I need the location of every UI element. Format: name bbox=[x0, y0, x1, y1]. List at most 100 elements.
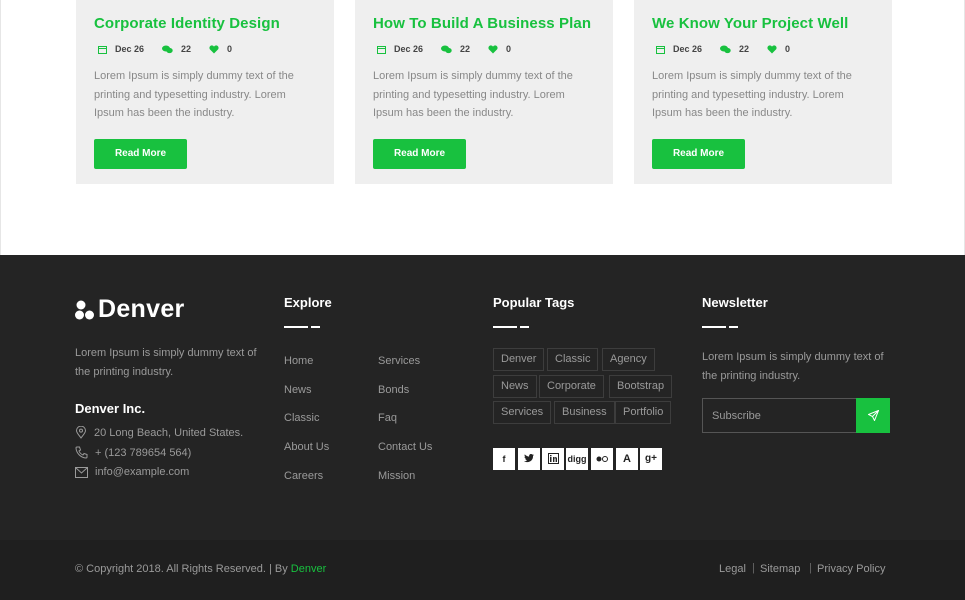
title-underline bbox=[311, 326, 320, 328]
card-date: Dec 26 bbox=[673, 44, 703, 54]
address-line: 20 Long Beach, United States. bbox=[75, 426, 243, 439]
explore-link[interactable]: News bbox=[284, 384, 312, 396]
comments-icon bbox=[720, 45, 731, 53]
title-underline bbox=[702, 326, 726, 328]
card-excerpt: Lorem Ipsum is simply dummy text of the … bbox=[94, 70, 294, 119]
google-plus-icon[interactable]: g+ bbox=[640, 448, 662, 470]
date-meta: Dec 26 bbox=[377, 44, 423, 54]
date-meta: Dec 26 bbox=[656, 44, 702, 54]
footer-about: Lorem Ipsum is simply dummy text of the … bbox=[75, 347, 257, 378]
card-likes: 0 bbox=[506, 44, 512, 54]
read-more-button[interactable]: Read More bbox=[373, 138, 466, 169]
copyright-text: © Copyright 2018. All Rights Reserved. |… bbox=[75, 563, 326, 575]
comments-icon bbox=[162, 45, 173, 53]
card-comments: 22 bbox=[460, 44, 471, 54]
comments-meta: 22 bbox=[162, 44, 191, 54]
card-likes: 0 bbox=[785, 44, 791, 54]
card-comments: 22 bbox=[739, 44, 750, 54]
newsletter-text: Lorem Ipsum is simply dummy text of the … bbox=[702, 351, 884, 382]
send-icon bbox=[867, 410, 879, 421]
explore-link[interactable]: Classic bbox=[284, 412, 319, 424]
footer: Denver Lorem Ipsum is simply dummy text … bbox=[0, 255, 965, 540]
legal-link[interactable]: Legal bbox=[719, 563, 746, 575]
card-date: Dec 26 bbox=[394, 44, 424, 54]
copyright-brand-link[interactable]: Denver bbox=[291, 563, 326, 575]
tag-chip[interactable]: Denver bbox=[493, 348, 545, 371]
copyright-label: © Copyright 2018. All Rights Reserved. |… bbox=[75, 563, 291, 575]
calendar-icon bbox=[377, 45, 386, 54]
blog-card: Corporate Identity Design Dec 26 22 0 Lo… bbox=[76, 0, 334, 184]
title-underline bbox=[729, 326, 738, 328]
explore-link[interactable]: About Us bbox=[284, 441, 329, 453]
vine-icon[interactable]: A bbox=[616, 448, 638, 470]
phone-icon bbox=[75, 446, 88, 459]
tag-chip[interactable]: Corporate bbox=[539, 375, 604, 398]
subscribe-button[interactable] bbox=[856, 398, 890, 433]
newsletter-title: Newsletter bbox=[702, 295, 768, 310]
email-text[interactable]: info@example.com bbox=[95, 466, 189, 478]
card-excerpt: Lorem Ipsum is simply dummy text of the … bbox=[652, 70, 852, 119]
card-date: Dec 26 bbox=[115, 44, 145, 54]
explore-link[interactable]: Faq bbox=[378, 412, 397, 424]
comments-meta: 22 bbox=[441, 44, 470, 54]
card-meta: Dec 26 22 0 bbox=[656, 44, 874, 54]
linkedin-icon[interactable] bbox=[542, 448, 564, 470]
envelope-icon bbox=[75, 466, 88, 478]
explore-link[interactable]: Home bbox=[284, 355, 313, 367]
read-more-button[interactable]: Read More bbox=[94, 138, 187, 169]
card-meta: Dec 26 22 0 bbox=[98, 44, 316, 54]
calendar-icon bbox=[656, 45, 665, 54]
denver-logo-icon bbox=[75, 300, 94, 319]
explore-link[interactable]: Contact Us bbox=[378, 441, 432, 453]
tag-chip[interactable]: Agency bbox=[602, 348, 655, 371]
tag-chip[interactable]: Business bbox=[554, 401, 615, 424]
tag-chip[interactable]: Services bbox=[493, 401, 552, 424]
flickr-icon[interactable] bbox=[591, 448, 613, 470]
comments-meta: 22 bbox=[720, 44, 749, 54]
explore-title: Explore bbox=[284, 295, 332, 310]
heart-icon bbox=[209, 44, 219, 53]
explore-link[interactable]: Services bbox=[378, 355, 420, 367]
digg-icon[interactable]: digg bbox=[566, 448, 588, 470]
phone-text[interactable]: + (123 789654 564) bbox=[95, 447, 191, 459]
heart-icon bbox=[488, 44, 498, 53]
card-meta: Dec 26 22 0 bbox=[377, 44, 595, 54]
heart-icon bbox=[767, 44, 777, 53]
likes-meta: 0 bbox=[767, 44, 790, 54]
card-title[interactable]: Corporate Identity Design bbox=[94, 15, 316, 32]
tag-chip[interactable]: Bootstrap bbox=[609, 375, 673, 398]
brand-name: Denver bbox=[98, 295, 185, 323]
explore-link[interactable]: Bonds bbox=[378, 384, 409, 396]
card-title[interactable]: How To Build A Business Plan bbox=[373, 15, 595, 32]
likes-meta: 0 bbox=[209, 44, 232, 54]
explore-link[interactable]: Careers bbox=[284, 470, 323, 482]
date-meta: Dec 26 bbox=[98, 44, 144, 54]
privacy-policy-link[interactable]: Privacy Policy bbox=[817, 563, 885, 575]
card-excerpt: Lorem Ipsum is simply dummy text of the … bbox=[373, 70, 573, 119]
calendar-icon bbox=[98, 45, 107, 54]
subscribe-input[interactable] bbox=[702, 398, 857, 433]
explore-link[interactable]: Mission bbox=[378, 470, 415, 482]
blog-card: How To Build A Business Plan Dec 26 22 0… bbox=[355, 0, 613, 184]
likes-meta: 0 bbox=[488, 44, 511, 54]
sitemap-link[interactable]: Sitemap bbox=[760, 563, 800, 575]
card-comments: 22 bbox=[181, 44, 192, 54]
facebook-icon[interactable]: f bbox=[493, 448, 515, 470]
card-likes: 0 bbox=[227, 44, 233, 54]
read-more-button[interactable]: Read More bbox=[652, 138, 745, 169]
email-line: info@example.com bbox=[75, 466, 189, 478]
card-title[interactable]: We Know Your Project Well bbox=[652, 15, 874, 32]
tag-chip[interactable]: News bbox=[493, 375, 537, 398]
map-pin-icon bbox=[75, 426, 87, 439]
blog-card: We Know Your Project Well Dec 26 22 0 Lo… bbox=[634, 0, 892, 184]
separator: | bbox=[752, 562, 755, 574]
tags-title: Popular Tags bbox=[493, 295, 575, 310]
twitter-icon[interactable] bbox=[518, 448, 540, 470]
blog-section: Corporate Identity Design Dec 26 22 0 Lo… bbox=[0, 0, 965, 255]
copyright-bar: © Copyright 2018. All Rights Reserved. |… bbox=[0, 540, 965, 600]
address-text: 20 Long Beach, United States. bbox=[94, 426, 244, 439]
tag-chip[interactable]: Portfolio bbox=[615, 401, 672, 424]
title-underline bbox=[284, 326, 308, 328]
footer-logo[interactable]: Denver bbox=[75, 295, 185, 324]
tag-chip[interactable]: Classic bbox=[547, 348, 599, 371]
